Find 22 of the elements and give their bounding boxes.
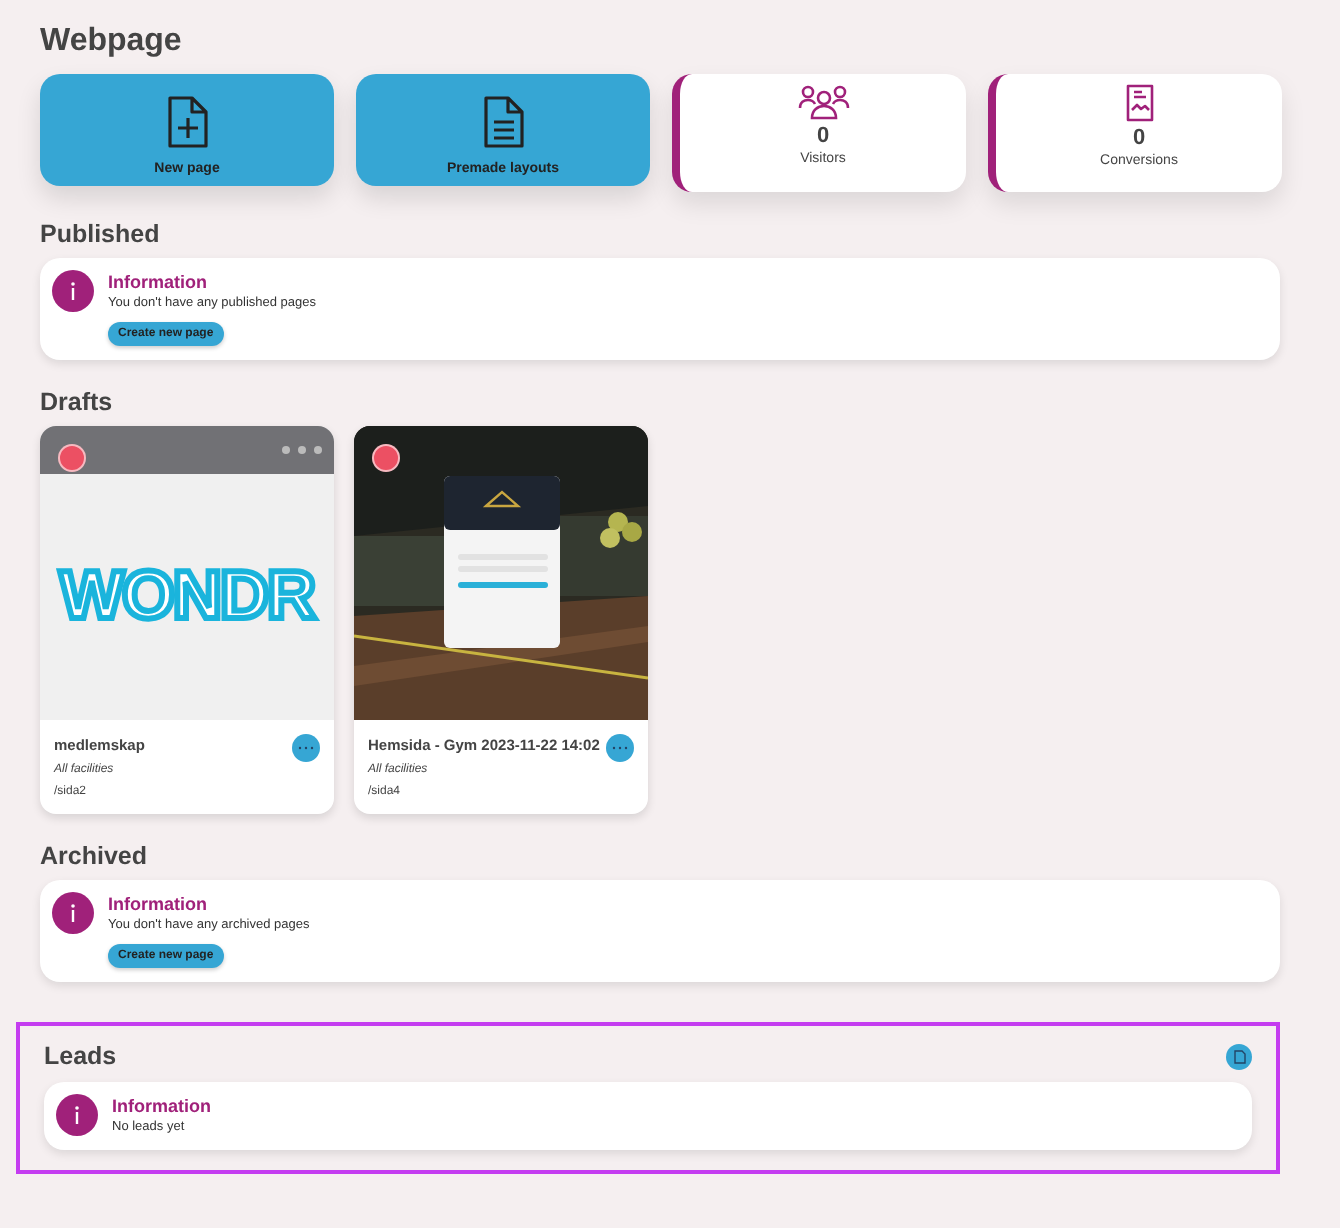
chart-document-icon (1123, 84, 1155, 122)
section-heading: Archived (40, 842, 149, 870)
section-heading: Published (40, 220, 162, 248)
page-title: Webpage (40, 24, 184, 60)
export-button[interactable] (1226, 1043, 1252, 1069)
stat-value: 0 (816, 124, 830, 148)
info-title: Information (108, 894, 207, 914)
people-icon (797, 84, 849, 120)
more-button[interactable] (292, 734, 320, 762)
info-title: Information (108, 272, 207, 292)
info-icon (52, 892, 94, 934)
info-icon (56, 1094, 98, 1136)
document-icon (1233, 1049, 1245, 1063)
file-plus-icon (165, 93, 209, 149)
info-title: Information (112, 1096, 211, 1116)
more-button[interactable] (606, 734, 634, 762)
preview-logo: WONDR (59, 558, 315, 636)
document-icon (481, 93, 525, 149)
stat-value: 0 (1132, 126, 1146, 150)
section-heading: Drafts (40, 388, 115, 416)
info-icon (52, 270, 94, 312)
section-heading: Leads (44, 1042, 117, 1070)
